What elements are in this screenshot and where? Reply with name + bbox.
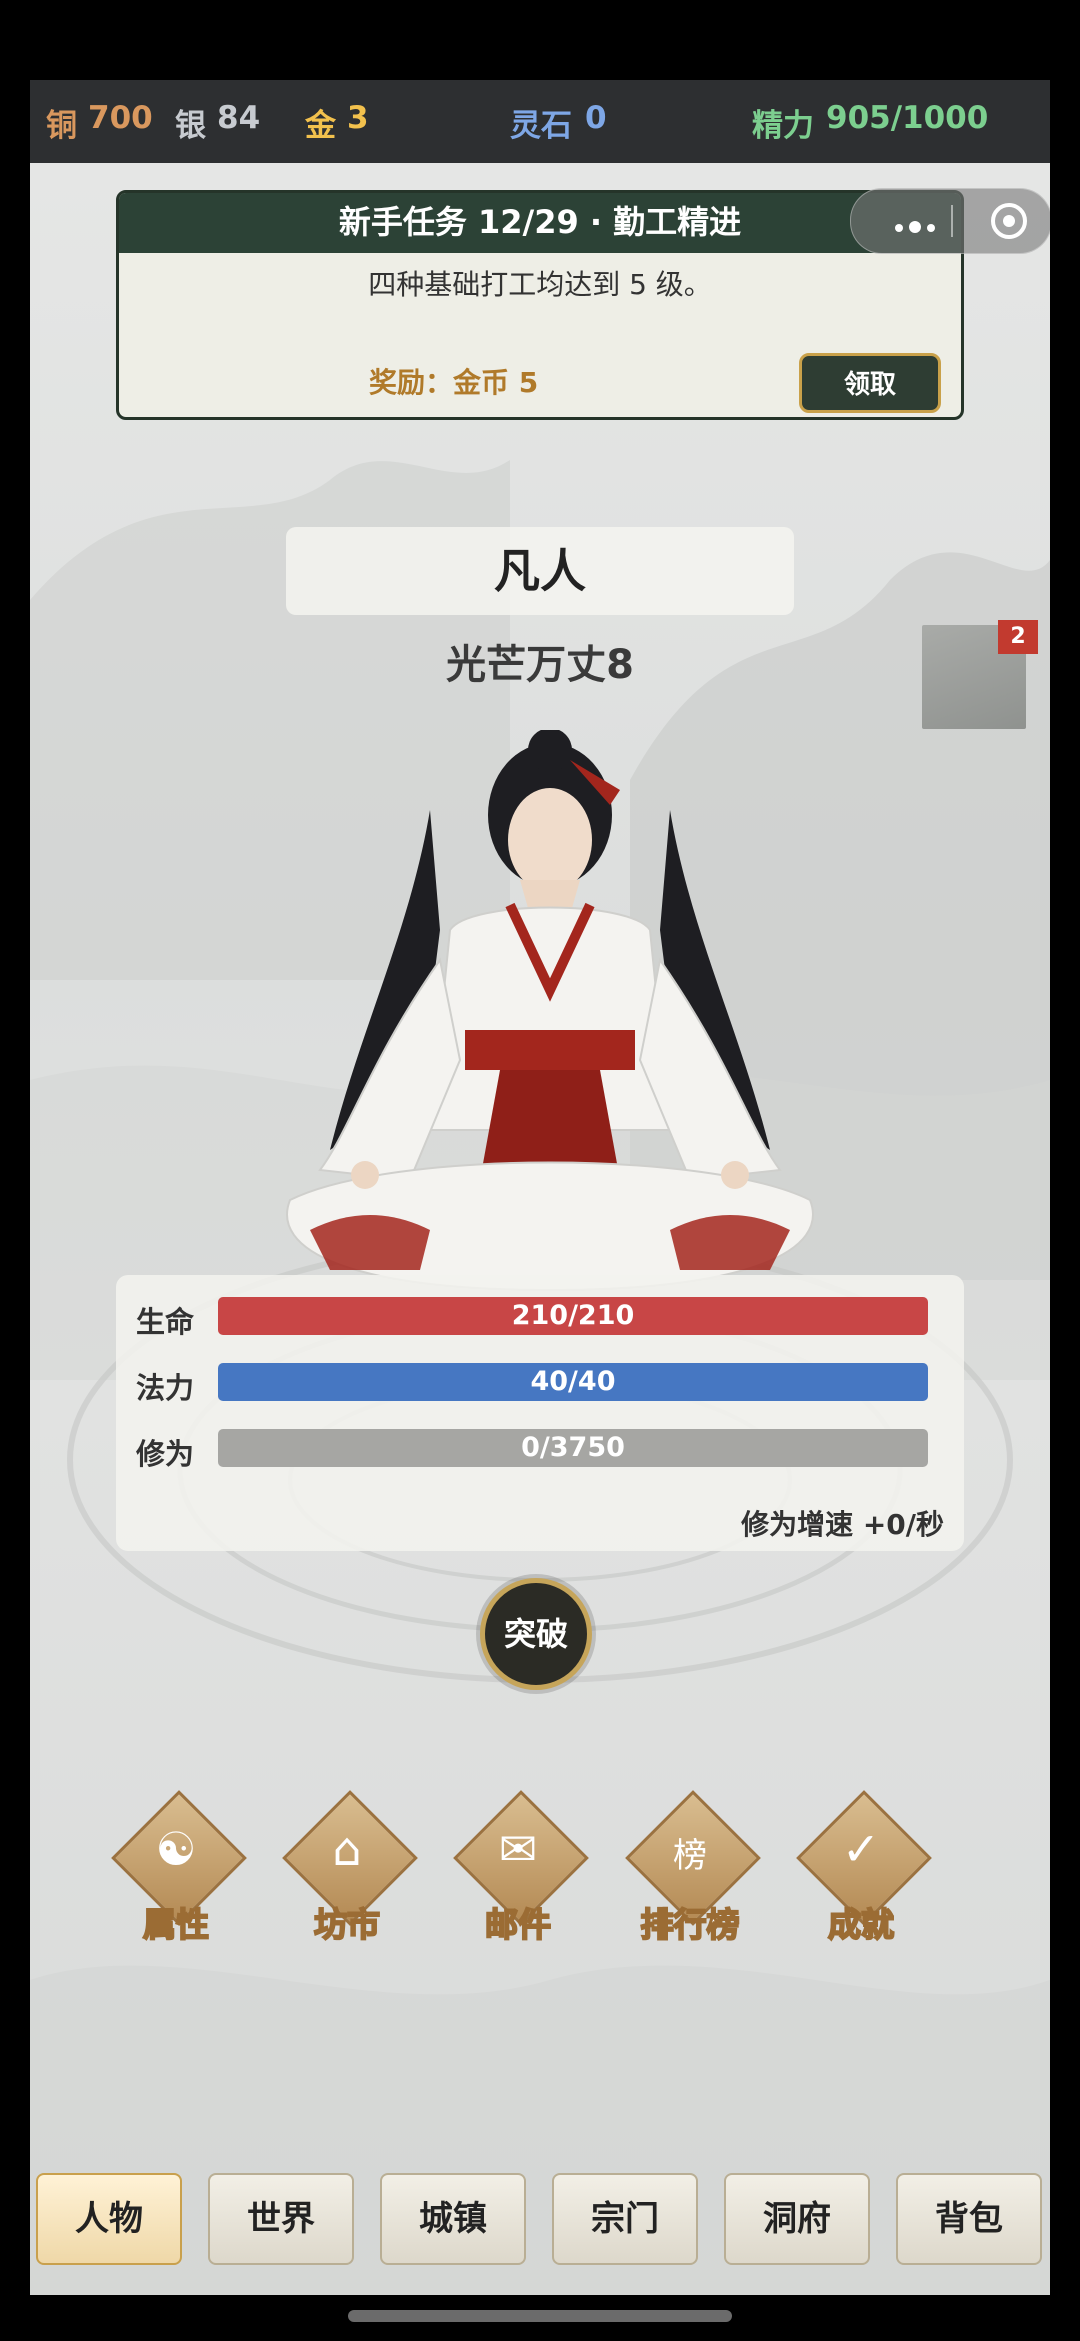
silver-value: 84 [217,100,261,136]
spirit-stone-label: 灵石 [510,108,572,144]
player-name: 光芒万丈8 [446,642,634,688]
yin-yang-icon: ☯ [155,1822,197,1876]
game-screen: 铜 700 银 84 金 3 灵石 0 精力 905/1000 新手任务 12/… [30,80,1050,2295]
mp-label: 法力 [136,1371,195,1405]
cultivation-speed: 修为增速 +0/秒 [741,1508,944,1541]
meditating-character-illustration [286,730,814,1292]
energy-value: 905/1000 [826,100,989,136]
function-label: 成就 [827,1904,895,1945]
breakthrough-button[interactable]: 突破 [480,1578,592,1690]
copper-value: 700 [88,100,153,136]
quest-description: 四种基础打工均达到 5 级。 [368,268,712,301]
target-icon[interactable] [991,203,1027,239]
novice-quest-card: 新手任务 12/29 · 勤工精进 四种基础打工均达到 5 级。 奖励：金币 5… [116,190,964,420]
gold-label: 金 [305,108,336,144]
function-attributes[interactable]: ☯ 属性 [111,1790,247,1950]
nav-sect[interactable]: 宗门 [552,2173,698,2265]
ranking-icon: 榜 [673,1836,707,1876]
hp-row: 生命 210/210 [136,1297,944,1339]
spirit-stone-value: 0 [585,100,607,136]
nav-character[interactable]: 人物 [36,2173,182,2265]
cultivation-value: 0/3750 [521,1432,625,1463]
realm-title: 凡人 [286,527,794,615]
cultivation-row: 修为 0/3750 [136,1429,944,1471]
function-ranking[interactable]: 榜 排行榜 [625,1790,761,1950]
quest-title: 新手任务 12/29 · 勤工精进 [119,193,961,253]
function-label: 邮件 [484,1904,552,1945]
function-label: 坊市 [313,1904,381,1945]
gold-value: 3 [347,100,369,136]
quest-reward: 奖励：金币 5 [369,366,539,399]
silver-label: 银 [175,108,206,144]
nav-world[interactable]: 世界 [208,2173,354,2265]
mini-program-capsule [850,188,1050,254]
mp-row: 法力 40/40 [136,1363,944,1405]
cultivation-label: 修为 [136,1437,195,1471]
nav-bag[interactable]: 背包 [896,2173,1042,2265]
function-market[interactable]: ⌂ 坊市 [282,1790,418,1950]
more-dots-icon[interactable] [895,217,941,236]
home-indicator [348,2310,732,2322]
hp-label: 生命 [136,1305,195,1339]
capsule-divider [951,205,953,237]
achievement-icon: ✓ [841,1822,881,1876]
currency-bar: 铜 700 银 84 金 3 灵石 0 精力 905/1000 [30,80,1050,163]
mp-bar: 40/40 [218,1363,928,1401]
function-achievements[interactable]: ✓ 成就 [796,1790,932,1950]
nav-cave[interactable]: 洞府 [724,2173,870,2265]
copper-label: 铜 [46,108,77,144]
shop-icon: ⌂ [332,1822,362,1876]
energy-label: 精力 [752,108,814,144]
claim-reward-button[interactable]: 领取 [799,353,941,413]
dove-icon: ✉ [498,1822,538,1876]
cultivation-bar: 0/3750 [218,1429,928,1467]
hp-bar: 210/210 [218,1297,928,1335]
stats-panel: 生命 210/210 法力 40/40 修为 0/3750 修为增速 +0/秒 [116,1275,964,1551]
notification-badge: 2 [998,620,1038,654]
function-label: 属性 [142,1904,210,1945]
mp-value: 40/40 [530,1366,616,1397]
hp-value: 210/210 [511,1300,635,1331]
function-mail[interactable]: ✉ 邮件 [453,1790,589,1950]
function-label: 排行榜 [640,1904,741,1945]
nav-town[interactable]: 城镇 [380,2173,526,2265]
